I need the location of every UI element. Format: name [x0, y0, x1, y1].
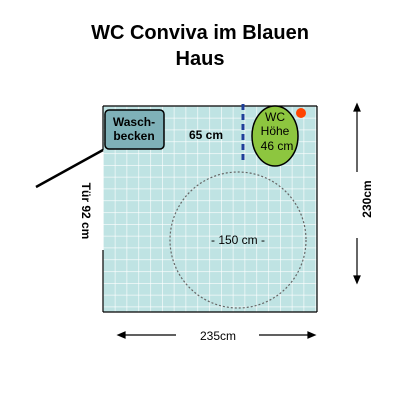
floor-plan: Wasch- becken 65 cm WC Höhe 46 cm - 150 …: [35, 102, 374, 343]
turning-circle-label: - 150 cm -: [211, 233, 265, 247]
door-leaf: [35, 148, 104, 189]
door-label: Tür 92 cm: [79, 183, 93, 240]
toilet-label-3: 46 cm: [261, 139, 294, 153]
washbasin-label-2: becken: [113, 129, 154, 143]
width-label: 235cm: [200, 329, 236, 343]
height-label: 230cm: [360, 180, 374, 217]
alarm-button: [296, 108, 306, 118]
gap-label: 65 cm: [189, 128, 223, 142]
washbasin-label-1: Wasch-: [113, 115, 155, 129]
toilet-label-1: WC: [265, 110, 285, 124]
toilet-label-2: Höhe: [261, 124, 290, 138]
